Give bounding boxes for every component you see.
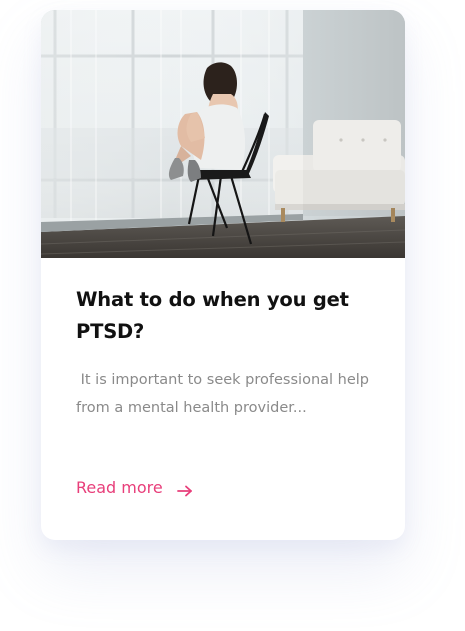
article-card: What to do when you get PTSD? It is impo… xyxy=(41,10,405,540)
article-content: What to do when you get PTSD? It is impo… xyxy=(76,284,376,422)
read-more-link[interactable]: Read more xyxy=(76,478,193,497)
page-background: What to do when you get PTSD? It is impo… xyxy=(0,0,465,631)
article-image xyxy=(41,10,405,258)
article-title: What to do when you get PTSD? xyxy=(76,288,349,343)
arrow-right-icon xyxy=(176,482,193,496)
article-excerpt: It is important to seek professional hel… xyxy=(76,372,374,416)
read-more-label: Read more xyxy=(76,478,163,497)
